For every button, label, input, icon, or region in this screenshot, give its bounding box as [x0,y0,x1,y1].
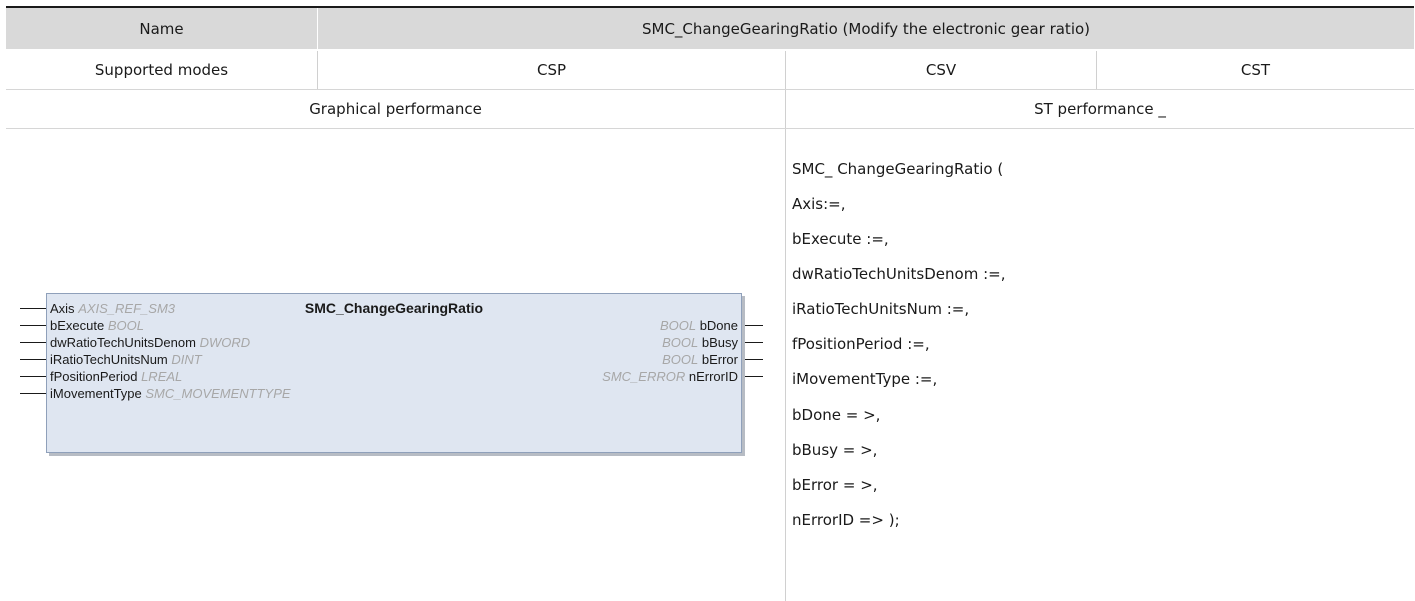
output-pin: BOOL bError [662,352,738,367]
input-pin: iRatioTechUnitsNum DINT [50,352,202,367]
mode-csp-cell: CSP [318,51,785,89]
output-pin: SMC_ERROR nErrorID [602,369,738,384]
st-code-line: bBusy = >, [792,441,878,459]
input-pin: fPositionPeriod LREAL [50,369,183,384]
input-pin: dwRatioTechUnitsDenom DWORD [50,335,251,350]
input-pin-line [20,359,47,360]
output-pin-line [741,325,763,326]
modes-label: Supported modes [94,61,229,79]
input-pin: bExecute BOOL [50,318,144,333]
input-pin-line [20,325,47,326]
input-pin-line [20,393,47,394]
row-divider [6,128,1414,129]
output-pin-line [741,376,763,377]
st-code-line: bError = >, [792,476,878,494]
name-label-cell: Name [6,8,317,49]
graphical-heading: Graphical performance [309,100,482,118]
modes-label-cell: Supported modes [6,51,317,89]
input-pin: Axis AXIS_REF_SM3 [50,301,176,316]
graphical-heading-cell: Graphical performance [6,90,785,128]
st-code-line: bExecute :=, [792,230,889,248]
input-pin-line [20,342,47,343]
name-label: Name [139,19,184,38]
st-heading-cell: ST performance _ [786,90,1414,128]
name-value-cell: SMC_ChangeGearingRatio (Modify the elect… [318,8,1414,49]
st-code-line: bDone = >, [792,406,881,424]
input-pin-line [20,376,47,377]
input-pin-line [20,308,47,309]
st-code-line: fPositionPeriod :=, [792,335,930,353]
mode-cst: CST [1240,61,1271,79]
st-code-line: SMC_ ChangeGearingRatio ( [792,160,1004,178]
mode-csv: CSV [925,61,957,79]
output-pin-line [741,359,763,360]
st-code-line: dwRatioTechUnitsDenom :=, [792,265,1006,283]
function-name: SMC_ChangeGearingRatio (Modify the elect… [641,19,1091,38]
mode-csv-cell: CSV [786,51,1096,89]
st-heading: ST performance _ [1034,100,1166,118]
function-block: SMC_ChangeGearingRatio Axis AXIS_REF_SM3… [46,293,742,453]
st-code-line: nErrorID => ); [792,511,900,529]
st-code-line: iMovementType :=, [792,370,938,388]
st-code-line: iRatioTechUnitsNum :=, [792,300,970,318]
mode-csp: CSP [536,61,567,79]
mode-cst-cell: CST [1097,51,1414,89]
output-pin: BOOL bBusy [662,335,738,350]
st-code-line: Axis:=, [792,195,846,213]
divider [785,90,786,601]
output-pin: BOOL bDone [659,318,738,333]
output-pin-line [741,342,763,343]
input-pin: iMovementType SMC_MOVEMENTTYPE [50,386,291,401]
